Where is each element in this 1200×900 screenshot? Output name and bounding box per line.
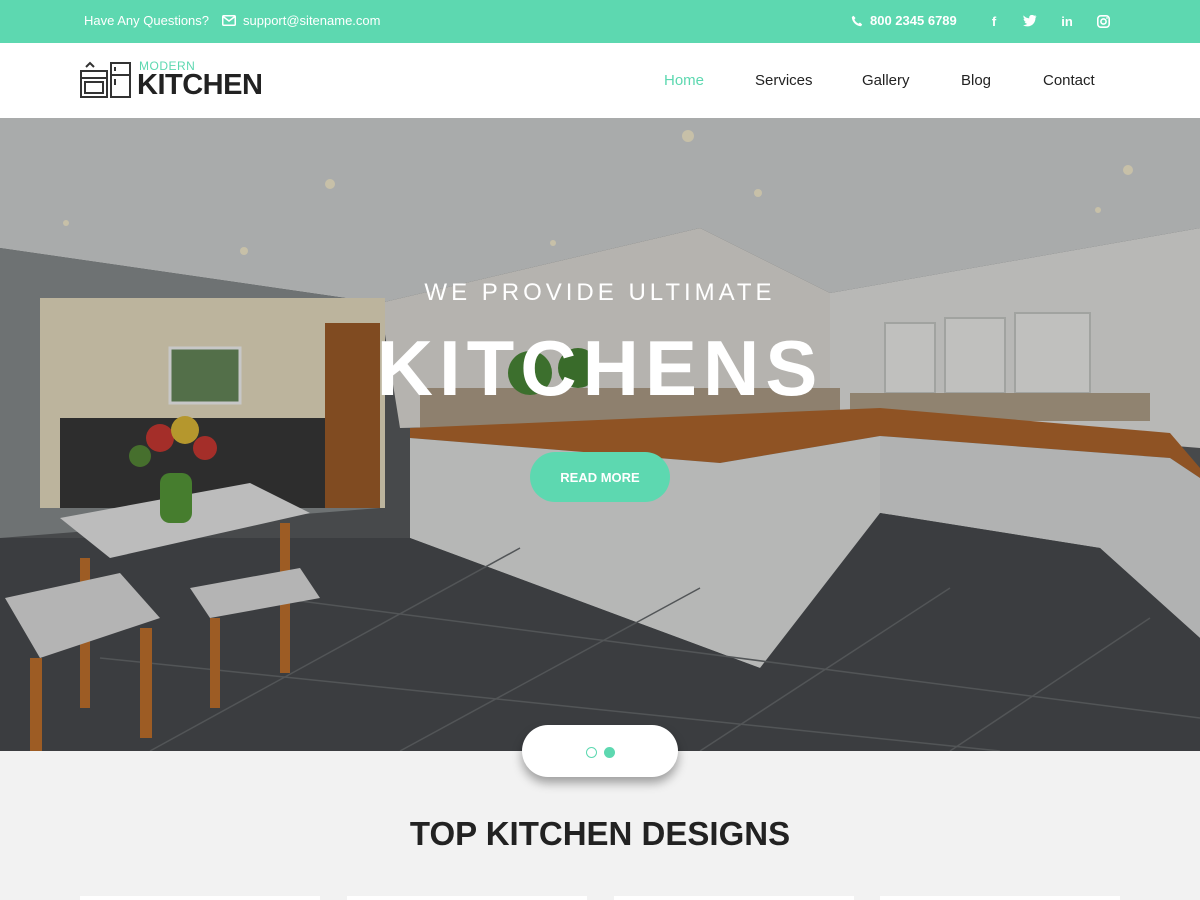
design-card[interactable]: [614, 896, 854, 900]
slider-dot-2-active[interactable]: [604, 747, 615, 758]
twitter-icon[interactable]: [1021, 12, 1039, 30]
email-link[interactable]: support@sitename.com: [222, 13, 380, 28]
top-bar: Have Any Questions? support@sitename.com…: [0, 0, 1200, 43]
nav-gallery[interactable]: Gallery: [862, 72, 910, 89]
nav-services[interactable]: Services: [755, 72, 813, 89]
hero-title: KITCHENS: [376, 324, 824, 412]
slider-pagination: [522, 725, 678, 777]
hero-overlay: [0, 118, 1200, 751]
slider-dot-1[interactable]: [586, 747, 597, 758]
phone-icon: [851, 15, 863, 26]
design-card[interactable]: [880, 896, 1120, 900]
hero-slider: WE PROVIDE ULTIMATE KITCHENS READ MORE: [0, 118, 1200, 751]
instagram-icon[interactable]: [1094, 12, 1112, 30]
hero-subtitle: WE PROVIDE ULTIMATE: [424, 279, 776, 306]
phone-link[interactable]: 800 2345 6789: [851, 13, 957, 28]
nav-blog[interactable]: Blog: [961, 72, 991, 89]
logo[interactable]: MODERN KITCHEN: [80, 57, 270, 101]
facebook-icon[interactable]: f: [985, 12, 1003, 30]
phone-text: 800 2345 6789: [870, 13, 957, 28]
logo-wordmark: KITCHEN: [137, 69, 263, 101]
site-header: MODERN KITCHEN Home Services Gallery Blo…: [0, 43, 1200, 118]
question-text: Have Any Questions?: [84, 13, 210, 28]
email-text: support@sitename.com: [243, 13, 381, 28]
design-card[interactable]: [347, 896, 587, 900]
nav-contact[interactable]: Contact: [1043, 72, 1095, 89]
nav-home[interactable]: Home: [664, 72, 704, 89]
envelope-icon: [222, 15, 236, 26]
kitchen-logo-icon: [80, 61, 131, 98]
read-more-button[interactable]: READ MORE: [530, 452, 670, 502]
linkedin-icon[interactable]: in: [1058, 12, 1076, 30]
design-card[interactable]: [80, 896, 320, 900]
section-title: TOP KITCHEN DESIGNS: [409, 815, 791, 852]
